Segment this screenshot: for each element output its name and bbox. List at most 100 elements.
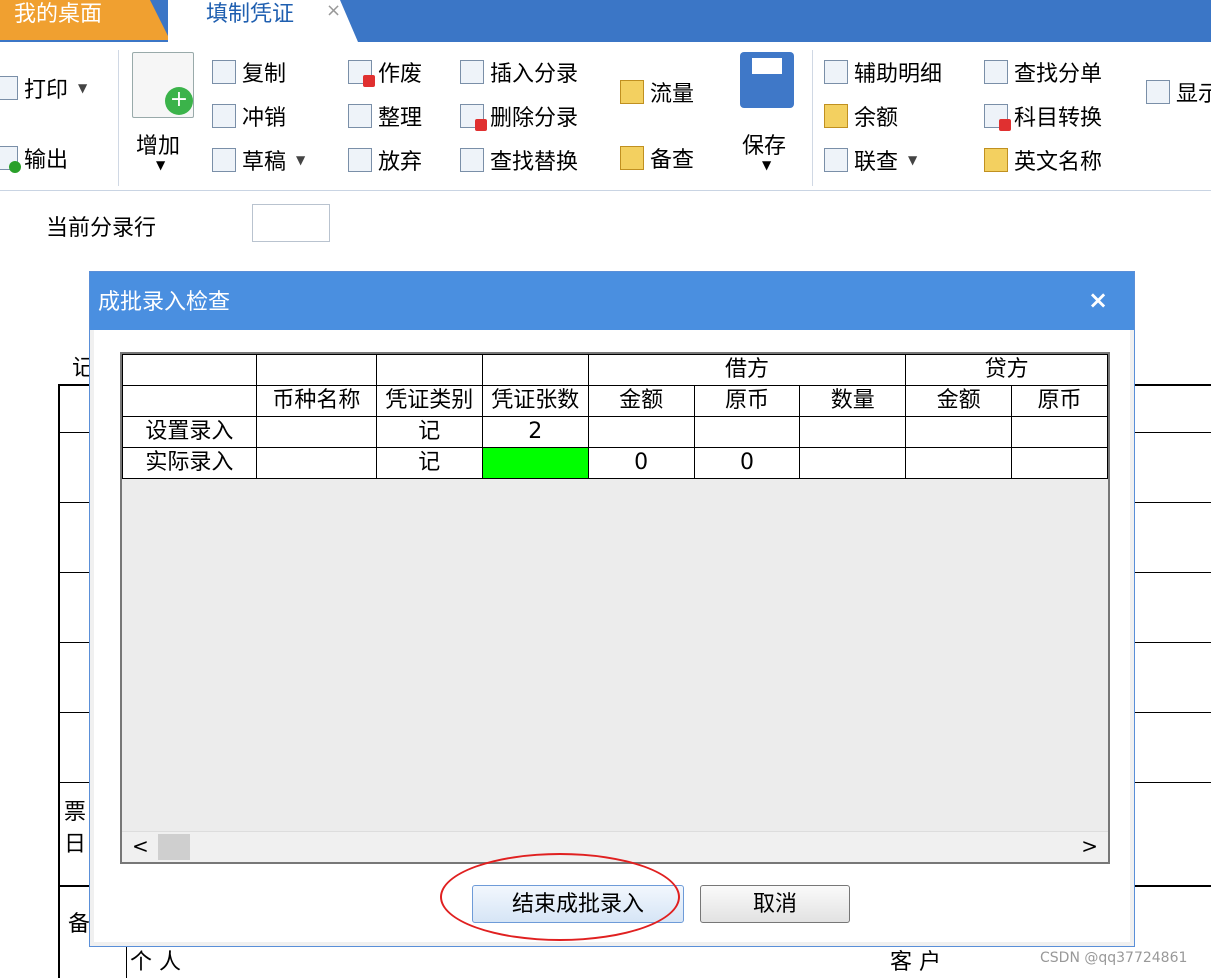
find-replace-button[interactable]: 查找替换	[460, 144, 578, 176]
tab-fill-voucher-label: 填制凭证	[206, 2, 295, 27]
reverse-icon	[212, 104, 236, 128]
find-split-icon	[984, 60, 1008, 84]
column-header: 凭证类别	[375, 385, 483, 417]
close-icon[interactable]: ×	[1088, 286, 1108, 314]
flow-button[interactable]: 流量	[620, 76, 694, 108]
dialog-body: 借方 贷方 币种名称 凭证类别 凭证张数 金额 原币 数量 金额 原币 设置录入	[94, 330, 1130, 942]
aux-detail-icon	[824, 60, 848, 84]
export-button[interactable]: 输出	[0, 142, 68, 174]
delete-icon	[460, 104, 487, 131]
scroll-thumb[interactable]	[158, 834, 190, 860]
subject-convert-button[interactable]: 科目转换	[984, 100, 1102, 132]
check-button[interactable]: 备查	[620, 142, 694, 174]
table-row: 实际录入 记 0 0	[122, 447, 1108, 479]
save-button[interactable]: 保存	[742, 128, 786, 160]
balance-button[interactable]: 余额	[824, 100, 898, 132]
abandon-icon	[348, 148, 372, 172]
save-icon	[740, 52, 794, 108]
toolbar: 打印 ▼ 输出 + 增加 ▼ 复制 冲销 草稿 ▼ 作废 整理 放弃 插入分录 删除…	[0, 42, 1211, 191]
copy-button[interactable]: 复制	[212, 56, 286, 88]
column-header: 金额	[587, 385, 695, 417]
close-icon[interactable]: ×	[326, 0, 341, 21]
table-cell[interactable]	[799, 447, 907, 479]
check-table: 借方 贷方 币种名称 凭证类别 凭证张数 金额 原币 数量 金额 原币 设置录入	[122, 354, 1108, 479]
english-name-icon	[984, 148, 1008, 172]
abandon-button[interactable]: 放弃	[348, 144, 422, 176]
column-header: 币种名称	[255, 385, 377, 417]
table-cell[interactable]: 0	[693, 447, 801, 479]
table-row: 设置录入 记 2	[122, 416, 1108, 448]
tab-my-desktop[interactable]: 我的桌面	[0, 0, 170, 40]
table-cell[interactable]: 记	[375, 447, 483, 479]
chevron-down-icon[interactable]: ▼	[78, 81, 87, 95]
add-button[interactable]: 增加	[136, 128, 180, 160]
english-name-button[interactable]: 英文名称	[984, 144, 1102, 176]
insert-icon	[460, 60, 484, 84]
voucher-char: 票	[64, 800, 87, 825]
find-split-button[interactable]: 查找分单	[984, 56, 1102, 88]
print-button[interactable]: 打印 ▼	[0, 72, 87, 104]
joint-query-button[interactable]: 联查 ▼	[824, 144, 917, 176]
table-cell-highlighted[interactable]	[481, 447, 589, 479]
batch-entry-check-dialog: 成批录入检查 × 借方 贷方 币种名称 凭证类别 凭证张数 金额 原币 数量 金…	[89, 271, 1135, 947]
table-cell[interactable]	[255, 447, 377, 479]
void-button[interactable]: 作废	[348, 56, 422, 88]
voucher-char: 备	[68, 912, 91, 937]
draft-icon	[212, 148, 236, 172]
column-header	[122, 385, 257, 417]
tab-fill-voucher[interactable]: 填制凭证 ×	[168, 0, 358, 42]
cancel-button[interactable]: 取消	[700, 885, 850, 923]
dialog-title-bar: 成批录入检查 ×	[90, 272, 1134, 330]
aux-detail-button[interactable]: 辅助明细	[824, 56, 942, 88]
customer-label: 客 户	[890, 950, 941, 975]
table-cell[interactable]: 0	[587, 447, 695, 479]
chevron-down-icon[interactable]: ▼	[296, 153, 305, 167]
table-cell[interactable]	[255, 416, 377, 448]
printer-icon	[0, 76, 18, 100]
subject-convert-icon	[984, 104, 1011, 131]
balance-icon	[824, 104, 848, 128]
voucher-char: 日	[64, 832, 87, 857]
debit-group-header: 借方	[587, 354, 907, 386]
find-replace-icon	[460, 148, 484, 172]
chevron-down-icon[interactable]: ▼	[908, 153, 917, 167]
insert-entry-button[interactable]: 插入分录	[460, 56, 578, 88]
export-icon	[0, 146, 21, 173]
current-entry-label: 当前分录行	[46, 216, 157, 241]
add-icon: +	[132, 52, 194, 118]
scroll-right-icon[interactable]: >	[1081, 834, 1098, 858]
check-icon	[620, 146, 644, 170]
row-label: 设置录入	[122, 416, 257, 448]
watermark: CSDN @qq37724861	[1040, 950, 1188, 966]
table-cell[interactable]	[905, 447, 1013, 479]
table-cell[interactable]	[693, 416, 801, 448]
copy-icon	[212, 60, 236, 84]
dialog-title: 成批录入检查	[98, 290, 231, 315]
reverse-button[interactable]: 冲销	[212, 100, 286, 132]
table-cell[interactable]	[905, 416, 1013, 448]
table-cell[interactable]: 记	[375, 416, 483, 448]
tidy-button[interactable]: 整理	[348, 100, 422, 132]
chevron-down-icon[interactable]: ▼	[156, 158, 165, 172]
person-label: 个 人	[130, 950, 181, 975]
draft-button[interactable]: 草稿 ▼	[212, 144, 305, 176]
column-header: 原币	[1011, 385, 1108, 417]
check-grid: 借方 贷方 币种名称 凭证类别 凭证张数 金额 原币 数量 金额 原币 设置录入	[120, 352, 1110, 864]
table-cell[interactable]: 2	[481, 416, 589, 448]
column-header: 凭证张数	[481, 385, 589, 417]
highlight-annotation	[440, 853, 680, 941]
table-cell[interactable]	[1011, 447, 1108, 479]
column-header: 数量	[799, 385, 907, 417]
column-header: 金额	[905, 385, 1013, 417]
void-icon	[348, 60, 375, 87]
table-cell[interactable]	[799, 416, 907, 448]
scroll-left-icon[interactable]: <	[132, 834, 149, 858]
current-entry-input[interactable]	[252, 204, 330, 242]
chevron-down-icon[interactable]: ▼	[762, 158, 771, 172]
delete-entry-button[interactable]: 删除分录	[460, 100, 578, 132]
row-label: 实际录入	[122, 447, 257, 479]
display-button[interactable]: 显示	[1146, 76, 1211, 108]
table-cell[interactable]	[1011, 416, 1108, 448]
tab-bar: 我的桌面 填制凭证 ×	[0, 0, 1211, 42]
table-cell[interactable]	[587, 416, 695, 448]
